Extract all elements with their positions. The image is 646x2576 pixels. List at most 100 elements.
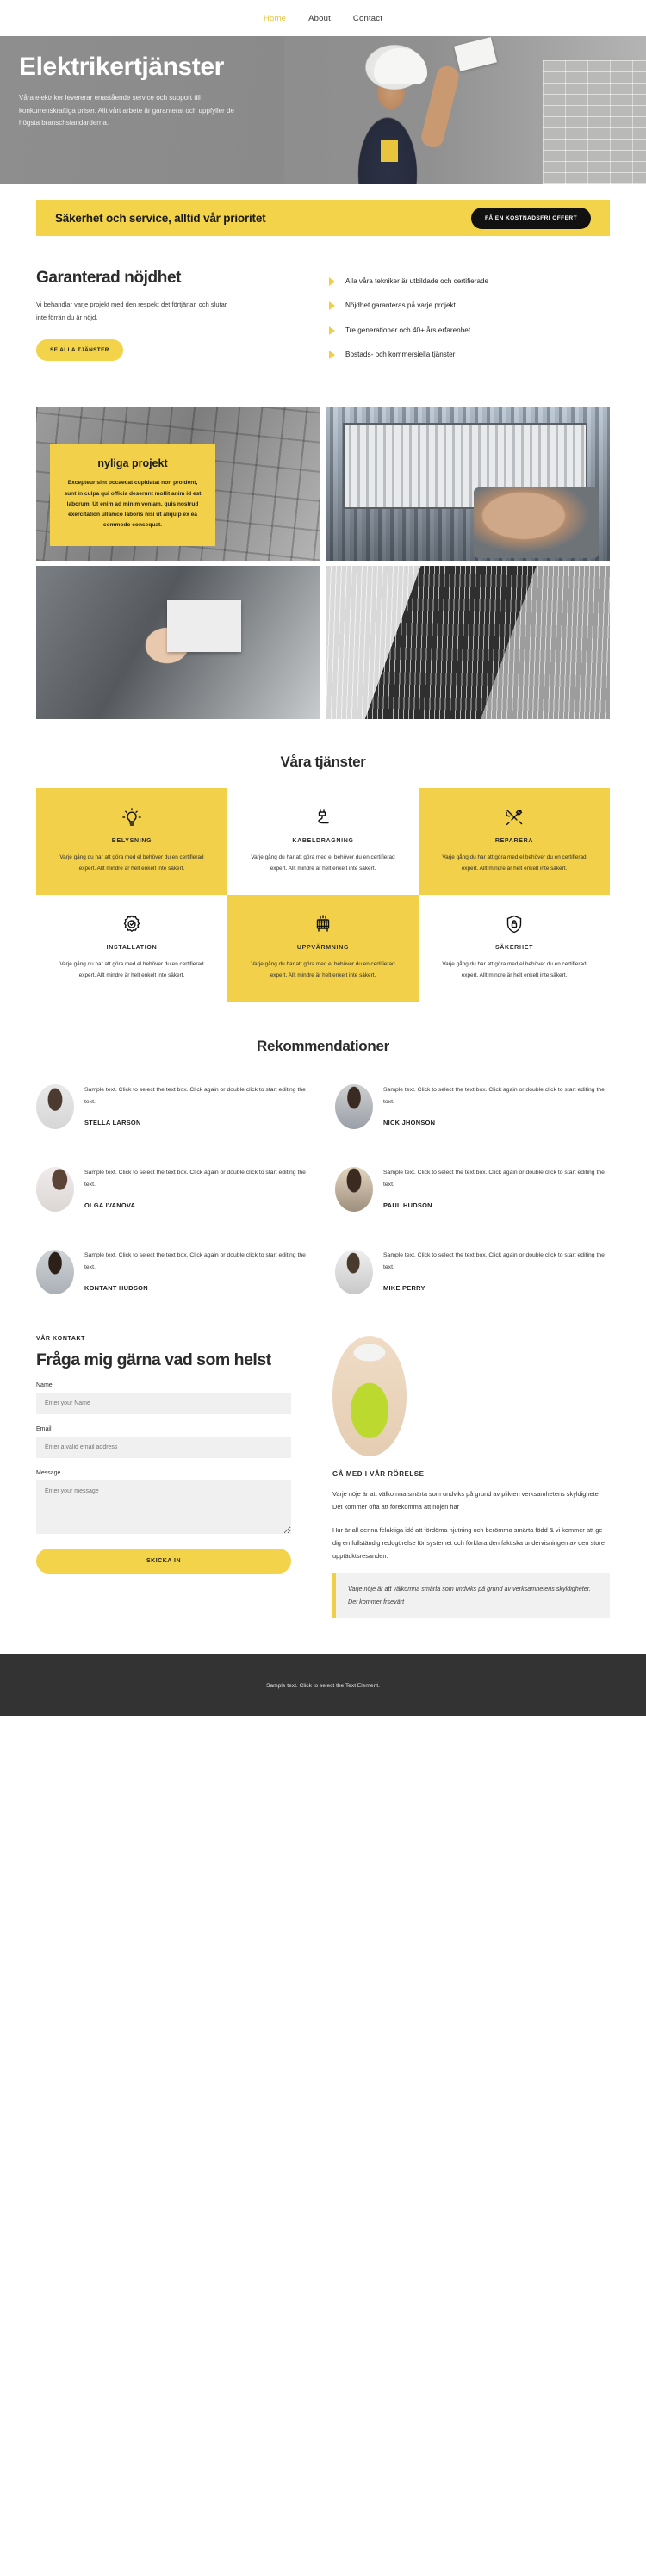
avatar	[36, 1084, 74, 1130]
gallery-image-architecture[interactable]	[326, 566, 610, 720]
guarantee-left-column: Garanterad nöjdhet Vi behandlar varje pr…	[36, 269, 295, 373]
cta-bar: Säkerhet och service, alltid vår priorit…	[36, 200, 610, 236]
testimonial-item: Sample text. Click to select the text bo…	[335, 1243, 610, 1317]
testimonial-text: Sample text. Click to select the text bo…	[383, 1087, 605, 1106]
contact-section: VÅR KONTAKT Fråga mig gärna vad som hels…	[0, 1317, 646, 1619]
submit-button[interactable]: SKICKA IN	[36, 1548, 291, 1574]
gallery-row-top: nyliga projekt Excepteur sint occaecat c…	[36, 407, 610, 562]
service-card-installation[interactable]: INSTALLATION Varje gång du har att göra …	[36, 895, 227, 1002]
service-body: Varje gång du har att göra med el behöve…	[251, 854, 395, 872]
nav-item-home[interactable]: Home	[264, 14, 286, 23]
guarantee-feature-list: Alla våra tekniker är utbildade och cert…	[329, 269, 610, 373]
service-name: INSTALLATION	[106, 945, 158, 952]
hero-title: Elektrikertjänster	[19, 53, 224, 81]
name-field-group: Name	[36, 1382, 291, 1414]
feature-label: Alla våra tekniker är utbildade och cert…	[345, 277, 489, 285]
all-services-button[interactable]: SE ALLA TJÄNSTER	[36, 339, 123, 361]
gallery-row-bottom	[36, 566, 610, 720]
testimonial-author: OLGA IVANOVA	[84, 1201, 136, 1210]
name-input[interactable]	[36, 1392, 291, 1414]
avatar	[36, 1167, 74, 1213]
recent-projects-text: Excepteur sint occaecat cupidatat non pr…	[64, 480, 202, 529]
tools-icon	[434, 805, 594, 829]
hero-paragraph: Våra elektriker levererar enastående ser…	[19, 93, 234, 127]
testimonial-author: STELLA LARSON	[84, 1119, 141, 1127]
gallery-image-electric-panel[interactable]	[326, 407, 610, 562]
recent-projects-card: nyliga projekt Excepteur sint occaecat c…	[50, 444, 215, 547]
testimonial-author: KONTANT HUDSON	[84, 1284, 148, 1293]
testimonials-grid: Sample text. Click to select the text bo…	[36, 1077, 610, 1317]
free-quote-button[interactable]: FÅ EN KOSTNADSFRI OFFERT	[470, 207, 591, 229]
gallery-image-switch[interactable]	[36, 566, 320, 720]
guarantee-paragraph: Vi behandlar varje projekt med den respe…	[36, 301, 227, 321]
testimonial-item: Sample text. Click to select the text bo…	[36, 1160, 311, 1234]
services-grid: BELYSNING Varje gång du har att göra med…	[36, 788, 610, 1002]
side-paragraph-1: Varje nöje är att välkomna smärta som un…	[332, 1490, 601, 1511]
avatar	[335, 1167, 373, 1213]
testimonial-text: Sample text. Click to select the text bo…	[84, 1170, 306, 1189]
shield-lock-icon	[434, 912, 594, 936]
service-name: REPARERA	[494, 838, 534, 845]
feature-label: Nöjdhet garanteras på varje projekt	[345, 301, 456, 310]
service-body: Varje gång du har att göra med el behöve…	[59, 854, 204, 872]
message-field-group: Message	[36, 1470, 291, 1538]
email-field-group: Email	[36, 1426, 291, 1458]
hard-hat	[374, 48, 427, 84]
triangle-bullet-icon	[329, 277, 335, 286]
side-heading: GÅ MED I VÅR RÖRELSE	[332, 1470, 425, 1479]
service-name: UPPVÄRMNING	[296, 945, 350, 952]
hero-content: Elektrikertjänster Våra elektriker lever…	[0, 36, 258, 130]
guarantee-section: Garanterad nöjdhet Vi behandlar varje pr…	[0, 236, 646, 373]
testimonials-section: Rekommendationer Sample text. Click to s…	[0, 1002, 646, 1317]
message-textarea[interactable]	[36, 1480, 291, 1534]
contact-side-column: GÅ MED I VÅR RÖRELSE Varje nöje är att v…	[332, 1336, 610, 1619]
testimonial-text: Sample text. Click to select the text bo…	[383, 1170, 605, 1189]
testimonials-title: Rekommendationer	[257, 1038, 389, 1055]
service-card-belysning[interactable]: BELYSNING Varje gång du har att göra med…	[36, 788, 227, 896]
service-name: KABELDRAGNING	[292, 838, 354, 845]
hero-section: Elektrikertjänster Våra elektriker lever…	[0, 36, 646, 184]
services-title: Våra tjänster	[280, 754, 366, 771]
guarantee-title: Garanterad nöjdhet	[36, 269, 182, 287]
hero-photo-electrician	[284, 36, 646, 184]
message-label: Message	[36, 1469, 61, 1476]
triangle-bullet-icon	[329, 301, 335, 311]
gear-check-icon	[52, 912, 212, 936]
cta-headline: Säkerhet och service, alltid vår priorit…	[55, 211, 266, 225]
lightbulb-icon	[52, 805, 212, 829]
nav-item-about[interactable]: About	[308, 14, 331, 23]
email-input[interactable]	[36, 1436, 291, 1458]
nav-item-contact[interactable]: Contact	[353, 14, 382, 23]
service-card-reparera[interactable]: REPARERA Varje gång du har att göra med …	[419, 788, 610, 896]
service-card-uppvarmning[interactable]: UPPVÄRMNING Varje gång du har att göra m…	[227, 895, 419, 1002]
feature-item: Tre generationer och 40+ års erfarenhet	[329, 325, 610, 337]
testimonial-author: NICK JHONSON	[383, 1119, 436, 1127]
service-card-kabeldragning[interactable]: KABELDRAGNING Varje gång du har att göra…	[227, 788, 419, 895]
testimonial-item: Sample text. Click to select the text bo…	[36, 1077, 311, 1151]
service-body: Varje gång du har att göra med el behöve…	[251, 961, 395, 978]
triangle-bullet-icon	[329, 351, 335, 360]
gallery-image-building[interactable]: nyliga projekt Excepteur sint occaecat c…	[36, 407, 320, 562]
contact-eyebrow: VÅR KONTAKT	[36, 1336, 86, 1343]
service-name: BELYSNING	[111, 838, 152, 845]
service-body: Varje gång du har att göra med el behöve…	[442, 854, 587, 872]
testimonial-text: Sample text. Click to select the text bo…	[383, 1252, 605, 1271]
ceiling-panel	[454, 37, 497, 71]
feature-label: Tre generationer och 40+ års erfarenhet	[345, 326, 471, 334]
avatar	[36, 1250, 74, 1295]
footer-text: Sample text. Click to select the Text El…	[266, 1682, 380, 1689]
worker-photo	[332, 1336, 407, 1457]
page-footer: Sample text. Click to select the Text El…	[0, 1654, 646, 1717]
top-navigation: Home About Contact	[0, 0, 646, 36]
plug-cable-icon	[243, 805, 403, 829]
email-label: Email	[36, 1425, 52, 1432]
service-card-sakerhet[interactable]: SÄKERHET Varje gång du har att göra med …	[419, 895, 610, 1002]
service-body: Varje gång du har att göra med el behöve…	[59, 961, 204, 978]
testimonial-author: PAUL HUDSON	[383, 1201, 432, 1210]
radiator-icon	[243, 912, 403, 936]
testimonial-text: Sample text. Click to select the text bo…	[84, 1087, 306, 1106]
contact-form-column: VÅR KONTAKT Fråga mig gärna vad som hels…	[36, 1336, 291, 1618]
feature-item: Alla våra tekniker är utbildade och cert…	[329, 276, 610, 288]
recent-projects-title: nyliga projekt	[97, 457, 168, 470]
services-section: Våra tjänster BELYSNING Varje gång du ha…	[0, 724, 646, 1002]
